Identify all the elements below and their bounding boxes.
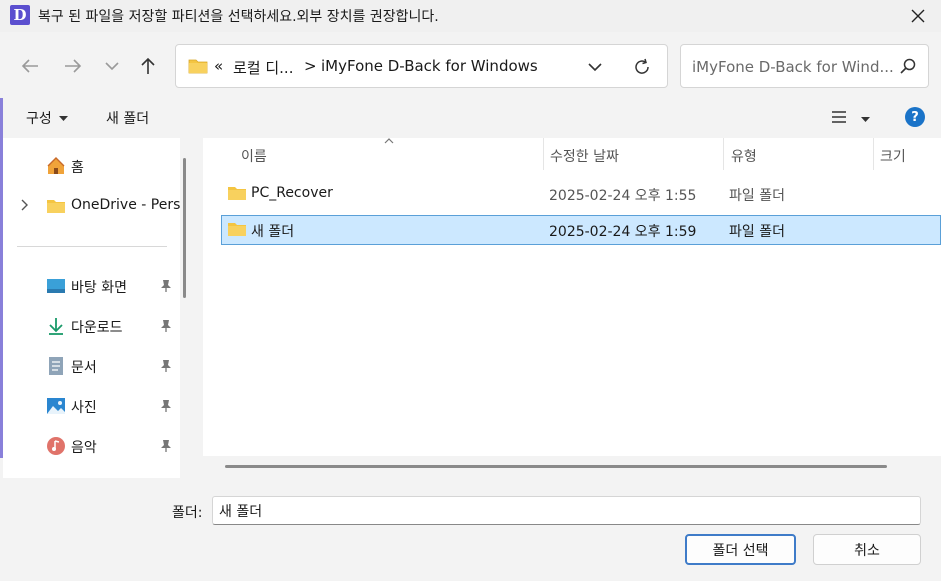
sidebar-item-label: 바탕 화면 [71,280,127,296]
caret-down-icon [59,116,69,121]
search-placeholder: iMyFone D-Back for Wind... [692,58,894,76]
music-icon [47,437,65,455]
sidebar-scrollbar[interactable] [183,158,186,298]
sidebar-item-label: 홈 [71,160,84,176]
app-icon: D [10,5,30,25]
recent-locations-button[interactable] [98,52,126,80]
new-folder-button[interactable]: 새 폴더 [106,108,149,128]
sidebar-item-documents[interactable]: 문서 [3,350,180,382]
breadcrumb-overflow[interactable]: « [214,57,223,75]
title-bar: D 복구 된 파일을 저장할 파티션을 선택하세요.외부 장치를 권장합니다. [0,0,941,32]
table-row[interactable]: 새 폴더 2025-02-24 오후 1:59 파일 폴더 [221,215,941,245]
breadcrumb-current[interactable]: iMyFone D-Back for Windows [321,57,538,75]
folder-icon [188,59,208,74]
window-title: 복구 된 파일을 저장할 파티션을 선택하세요.외부 장치를 권장합니다. [38,9,439,25]
column-separator[interactable] [723,138,724,170]
back-button[interactable] [16,52,44,80]
cancel-button[interactable]: 취소 [813,534,921,565]
chevron-down-icon [588,63,602,72]
arrow-right-icon [65,59,82,73]
caret-down-icon [861,117,871,122]
chevron-down-icon [105,62,119,71]
arrow-left-icon [21,59,38,73]
up-button[interactable] [134,52,162,80]
sidebar-item-desktop[interactable]: 바탕 화면 [3,270,180,302]
command-toolbar: 구성 새 폴더 ? [0,98,941,138]
close-button[interactable] [895,0,941,32]
folder-field-label: 폴더: [172,505,203,521]
refresh-button[interactable] [631,56,653,78]
download-icon [49,318,63,335]
home-icon [47,157,65,174]
file-type: 파일 폴더 [729,224,785,240]
navigation-pane: 홈 OneDrive - Pers 바탕 화면 다운로드 문서 사진 음악 [3,138,180,478]
sidebar-item-onedrive[interactable]: OneDrive - Pers [3,190,180,222]
pin-icon[interactable] [160,359,172,373]
sidebar-item-home[interactable]: 홈 [3,150,180,182]
column-header-name[interactable]: 이름 [241,146,267,166]
document-icon [49,357,63,375]
list-view-icon [832,111,846,123]
organize-button[interactable]: 구성 [26,108,69,128]
file-list: 이름 수정한 날짜 유형 크기 PC_Recover 2025-02-24 오후… [203,138,941,468]
file-type: 파일 폴더 [729,188,785,204]
organize-label: 구성 [26,111,52,127]
search-input[interactable]: iMyFone D-Back for Wind... [680,44,929,88]
pin-icon[interactable] [160,439,172,453]
arrow-up-icon [141,57,155,74]
select-folder-button[interactable]: 폴더 선택 [685,534,796,565]
address-dropdown-button[interactable] [585,57,605,77]
refresh-icon [635,58,649,74]
sidebar-item-downloads[interactable]: 다운로드 [3,310,180,342]
sidebar-item-label: OneDrive - Pers [71,197,180,213]
file-date: 2025-02-24 오후 1:55 [549,188,697,204]
close-icon [911,9,925,23]
view-options-button[interactable] [831,110,871,128]
sidebar-item-label: 음악 [71,440,97,456]
help-button[interactable]: ? [905,107,925,127]
sidebar-item-pictures[interactable]: 사진 [3,390,180,422]
file-date: 2025-02-24 오후 1:59 [549,224,697,240]
column-header-date[interactable]: 수정한 날짜 [550,146,619,166]
column-header-size[interactable]: 크기 [880,146,906,166]
breadcrumb-parent[interactable]: 로컬 디... [233,57,293,78]
navigation-bar: « 로컬 디... > iMyFone D-Back for Windows i… [0,32,941,98]
sidebar-item-label: 문서 [71,360,97,376]
sidebar-item-music[interactable]: 음악 [3,430,180,462]
pin-icon[interactable] [160,279,172,293]
file-name: 새 폴더 [251,224,295,240]
column-separator[interactable] [873,138,874,170]
table-row[interactable]: PC_Recover 2025-02-24 오후 1:55 파일 폴더 [221,179,941,209]
sidebar-item-label: 사진 [71,400,97,416]
column-header-type[interactable]: 유형 [731,146,757,166]
dialog-footer: 폴더: 새 폴더 폴더 선택 취소 [0,478,941,581]
forward-button[interactable] [59,52,87,80]
horizontal-scrollbar[interactable] [225,465,887,468]
breadcrumb-separator[interactable]: > [304,57,317,75]
chevron-right-icon[interactable] [21,199,29,211]
file-name: PC_Recover [251,185,333,201]
sidebar-divider [17,246,167,247]
pin-icon[interactable] [160,399,172,413]
pictures-icon [47,398,65,414]
pin-icon[interactable] [160,319,172,333]
folder-icon [228,223,246,236]
folder-icon [228,187,246,200]
desktop-icon [47,279,65,293]
column-separator[interactable] [543,138,544,170]
sidebar-item-label: 다운로드 [71,320,123,336]
sort-ascending-icon [384,138,394,144]
address-bar[interactable]: « 로컬 디... > iMyFone D-Back for Windows [175,44,668,88]
folder-icon [47,200,65,213]
search-icon [900,58,916,74]
folder-name-field[interactable]: 새 폴더 [212,496,921,525]
